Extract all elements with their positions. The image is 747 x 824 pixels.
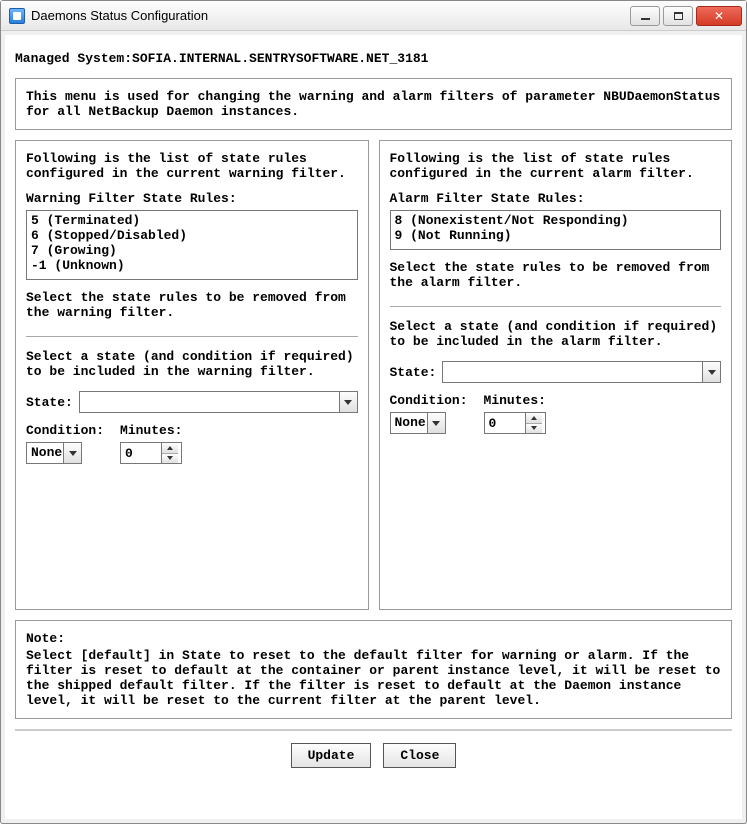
warning-rules-listbox[interactable]: 5 (Terminated) 6 (Stopped/Disabled) 7 (G… — [26, 210, 358, 280]
note-title: Note: — [26, 631, 721, 646]
button-row: Update Close — [15, 729, 732, 768]
alarm-minutes-input[interactable] — [485, 413, 525, 433]
alarm-rules-title: Alarm Filter State Rules: — [390, 191, 722, 206]
alarm-state-select[interactable] — [442, 361, 721, 383]
app-window: Daemons Status Configuration ✕ Managed S… — [0, 0, 747, 824]
chevron-down-icon — [339, 392, 357, 412]
list-item[interactable]: 8 (Nonexistent/Not Responding) — [395, 213, 717, 228]
chevron-down-icon — [63, 443, 81, 463]
alarm-minutes-spinner[interactable] — [484, 412, 546, 434]
spinner-down-icon[interactable] — [526, 424, 542, 434]
spinner-up-icon[interactable] — [162, 443, 178, 454]
managed-system-label: Managed System:SOFIA.INTERNAL.SENTRYSOFT… — [15, 51, 732, 66]
note-panel: Note: Select [default] in State to reset… — [15, 620, 732, 719]
warning-minutes-label: Minutes: — [120, 423, 182, 438]
content-area: Managed System:SOFIA.INTERNAL.SENTRYSOFT… — [5, 35, 742, 819]
window-controls: ✕ — [630, 6, 742, 26]
titlebar: Daemons Status Configuration ✕ — [1, 1, 746, 31]
alarm-state-label: State: — [390, 365, 437, 380]
warning-condition-value: None — [31, 445, 62, 460]
warning-intro: Following is the list of state rules con… — [26, 151, 358, 181]
chevron-down-icon — [702, 362, 720, 382]
warning-condition-select[interactable]: None — [26, 442, 82, 464]
spinner-up-icon[interactable] — [526, 413, 542, 424]
warning-minutes-input[interactable] — [121, 443, 161, 463]
alarm-condition-label: Condition: — [390, 393, 468, 408]
app-icon — [9, 8, 25, 24]
warning-include-text: Select a state (and condition if require… — [26, 349, 358, 379]
alarm-minutes-label: Minutes: — [484, 393, 546, 408]
description-text: This menu is used for changing the warni… — [26, 89, 720, 119]
update-button[interactable]: Update — [291, 743, 372, 768]
alarm-intro: Following is the list of state rules con… — [390, 151, 722, 181]
warning-state-label: State: — [26, 395, 73, 410]
warning-filter-panel: Following is the list of state rules con… — [15, 140, 369, 610]
alarm-filter-panel: Following is the list of state rules con… — [379, 140, 733, 610]
description-panel: This menu is used for changing the warni… — [15, 78, 732, 130]
warning-remove-text: Select the state rules to be removed fro… — [26, 290, 358, 320]
list-item[interactable]: 5 (Terminated) — [31, 213, 353, 228]
warning-condition-label: Condition: — [26, 423, 104, 438]
warning-rules-title: Warning Filter State Rules: — [26, 191, 358, 206]
separator — [390, 306, 722, 307]
window-title: Daemons Status Configuration — [31, 8, 630, 23]
alarm-rules-listbox[interactable]: 8 (Nonexistent/Not Responding) 9 (Not Ru… — [390, 210, 722, 250]
list-item[interactable]: -1 (Unknown) — [31, 258, 353, 273]
alarm-condition-value: None — [395, 415, 426, 430]
chevron-down-icon — [427, 413, 445, 433]
maximize-button[interactable] — [663, 6, 693, 26]
list-item[interactable]: 7 (Growing) — [31, 243, 353, 258]
close-button[interactable]: Close — [383, 743, 456, 768]
separator — [26, 336, 358, 337]
alarm-include-text: Select a state (and condition if require… — [390, 319, 722, 349]
alarm-condition-select[interactable]: None — [390, 412, 446, 434]
warning-minutes-spinner[interactable] — [120, 442, 182, 464]
warning-state-select[interactable] — [79, 391, 358, 413]
alarm-remove-text: Select the state rules to be removed fro… — [390, 260, 722, 290]
list-item[interactable]: 9 (Not Running) — [395, 228, 717, 243]
minimize-button[interactable] — [630, 6, 660, 26]
spinner-down-icon[interactable] — [162, 454, 178, 464]
note-body: Select [default] in State to reset to th… — [26, 648, 721, 708]
list-item[interactable]: 6 (Stopped/Disabled) — [31, 228, 353, 243]
close-window-button[interactable]: ✕ — [696, 6, 742, 26]
